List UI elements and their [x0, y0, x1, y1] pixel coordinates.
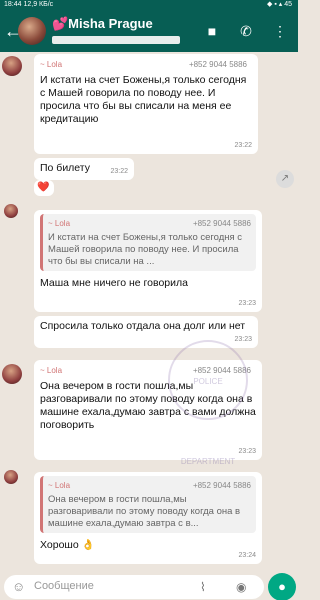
sender-avatar[interactable]: [4, 204, 18, 218]
message-time: 23:24: [238, 552, 256, 559]
sender-avatar[interactable]: [2, 56, 22, 76]
camera-icon[interactable]: ◉: [236, 580, 246, 594]
message-text: Хорошо 👌: [40, 539, 95, 551]
contact-avatar[interactable]: [18, 17, 46, 45]
voice-call-icon[interactable]: ✆: [238, 23, 254, 39]
message-placeholder: Сообщение: [34, 580, 94, 592]
sender-avatar[interactable]: [2, 364, 22, 384]
status-icons: ◆ ▪ ▴ 45: [267, 1, 292, 8]
video-call-icon[interactable]: ■: [204, 23, 220, 39]
back-arrow-icon[interactable]: ←: [4, 21, 22, 41]
quote-sender-name: ~ Lola: [48, 219, 71, 228]
message-bubble[interactable]: ~ Lola +852 9044 5886 И кстати на счет Б…: [34, 210, 262, 312]
quote-sender-name: ~ Lola: [40, 366, 63, 375]
quote-sender-name: ~ Lola: [48, 481, 71, 490]
message-text: Спросила только отдала она долг или нет: [40, 320, 246, 332]
quote-text: И кстати на счет Божены,я только сегодня…: [48, 232, 243, 267]
message-time: 23:23: [234, 336, 252, 343]
message-input[interactable]: ☺ Сообщение ⌇ ◉: [4, 575, 264, 599]
message-time: 23:23: [238, 448, 256, 455]
message-time: 23:23: [238, 300, 256, 307]
reaction-bubble: ❤️: [34, 180, 54, 196]
message-text: Маша мне ничего не говорила: [40, 277, 188, 289]
forward-icon[interactable]: ↗: [276, 170, 294, 188]
status-time: 18:44: [4, 1, 22, 8]
status-speed: 12,9 КБ/с: [23, 1, 54, 8]
contact-status-redacted: [52, 36, 180, 44]
more-options-icon[interactable]: ⋮: [272, 23, 288, 39]
message-time: 23:22: [110, 168, 128, 175]
reply-quote[interactable]: ~ Lola +852 9044 5886 И кстати на счет Б…: [40, 214, 256, 271]
contact-name[interactable]: 💕Misha Prague: [52, 16, 153, 32]
chat-header: ← 💕Misha Prague ■ ✆ ⋮: [0, 10, 298, 52]
quote-text: Она вечером в гости пошла,мы разговарива…: [48, 494, 241, 529]
quote-phone: +852 9044 5886: [188, 60, 247, 69]
heart-reaction: ❤️: [37, 182, 50, 193]
attach-icon[interactable]: ⌇: [200, 580, 206, 594]
message-bubble[interactable]: ~ Lola +852 9044 5886 И кстати на счет Б…: [34, 54, 258, 154]
chat-area: ~ Lola +852 9044 5886 И кстати на счет Б…: [0, 52, 298, 570]
status-bar: 18:44 12,9 КБ/с ◆ ▪ ▴ 45: [0, 0, 298, 10]
message-time: 23:22: [234, 142, 252, 149]
police-department-watermark: POLICE DEPARTMENT: [168, 340, 248, 466]
microphone-button[interactable]: ●: [268, 573, 296, 600]
message-text: И кстати на счет Божены,я только сегодня…: [40, 74, 247, 125]
message-bubble[interactable]: По билету 23:22: [34, 158, 134, 180]
message-text: По билету: [40, 162, 90, 174]
sender-avatar[interactable]: [4, 470, 18, 484]
quote-sender-name: ~ Lola: [40, 60, 63, 69]
emoji-icon[interactable]: ☺: [12, 579, 25, 594]
quote-phone: +852 9044 5886: [192, 219, 251, 228]
message-input-bar: ☺ Сообщение ⌇ ◉ ●: [0, 573, 298, 600]
